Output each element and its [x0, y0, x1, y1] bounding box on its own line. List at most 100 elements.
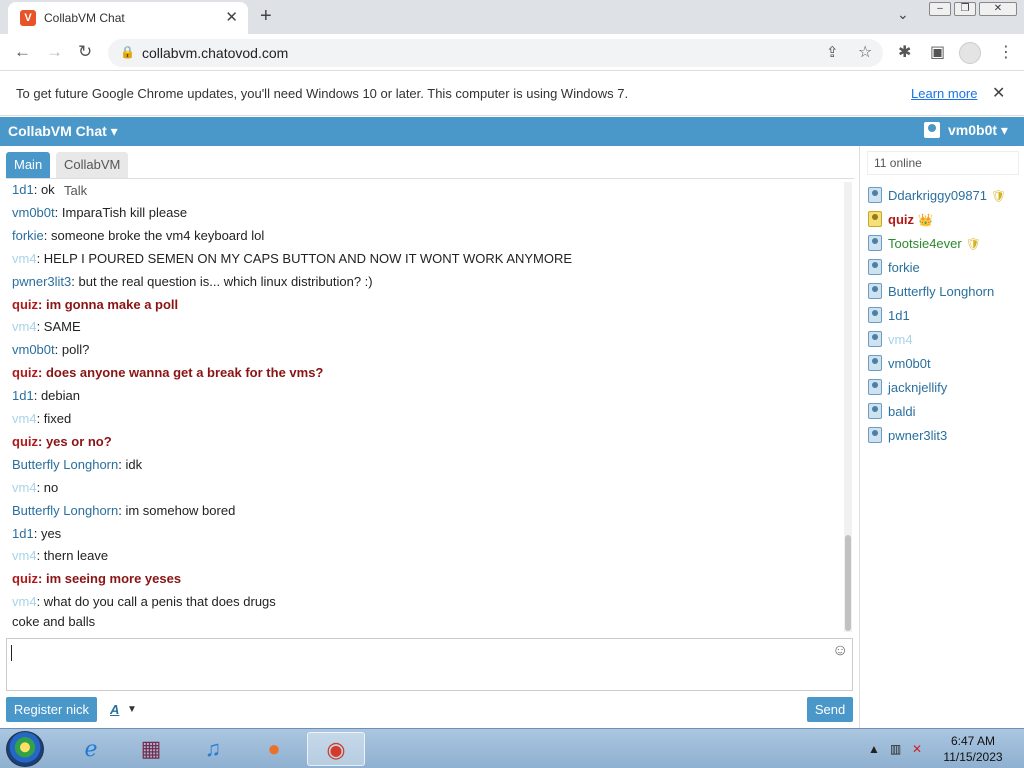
minimize-button[interactable]: –	[929, 2, 951, 16]
user-name[interactable]: Ddarkriggy09871	[888, 188, 987, 203]
user-name[interactable]: vm4	[888, 332, 913, 347]
user-list-item[interactable]: quiz 👑	[868, 211, 933, 231]
user-list-item[interactable]: vm0b0t	[868, 355, 931, 375]
message-nick[interactable]: vm4	[12, 251, 37, 266]
user-list-item[interactable]: jacknjellify	[868, 379, 947, 399]
browser-tab[interactable]: V CollabVM Chat ✕	[8, 2, 248, 34]
message-nick[interactable]: vm4	[12, 319, 37, 334]
message-nick[interactable]: forkie	[12, 228, 44, 243]
message-text: ok	[40, 182, 55, 197]
lock-icon[interactable]: 🔒	[120, 45, 135, 59]
message-row: vm4: SAME	[12, 319, 81, 334]
nick-separator: :	[33, 525, 41, 541]
chevron-down-icon[interactable]: ▼	[127, 704, 137, 715]
scrollbar-thumb[interactable]	[845, 535, 851, 631]
user-menu[interactable]: vm0b0t ▾	[924, 122, 1008, 139]
message-text: what do you call a penis that does drugs	[43, 594, 276, 610]
message-nick[interactable]: Butterfly Longhorn	[12, 457, 118, 472]
forward-icon[interactable]: →	[46, 42, 63, 62]
message-input[interactable]: ☺	[6, 638, 853, 691]
message-nick[interactable]: quiz	[12, 297, 38, 312]
user-name[interactable]: quiz	[888, 212, 914, 227]
message-text: idk	[125, 456, 143, 472]
menu-kebab-icon[interactable]: ⋮	[998, 42, 1014, 62]
user-name[interactable]: baldi	[888, 404, 915, 419]
browser-tab-strip: V CollabVM Chat ✕ + ⌄ – ❐ ✕	[0, 0, 1024, 34]
share-icon[interactable]: ⇪	[826, 43, 839, 61]
new-tab-button[interactable]: +	[260, 5, 272, 28]
internet-explorer-icon[interactable]: ℯ	[62, 732, 120, 766]
message-nick[interactable]: vm4	[12, 548, 37, 563]
font-style-button[interactable]: A	[110, 702, 119, 717]
user-list-panel: 11 online Ddarkriggy09871 🛡 quiz 👑 Tootsie4e…	[859, 146, 1024, 728]
user-list-item[interactable]: 1d1	[868, 307, 910, 327]
message-nick[interactable]: 1d1	[12, 182, 34, 197]
extensions-icon[interactable]: ✱	[898, 42, 911, 62]
nick-separator: :	[36, 411, 44, 426]
user-list-item[interactable]: baldi	[868, 403, 915, 423]
tab-close-icon[interactable]: ✕	[225, 8, 238, 26]
send-button[interactable]: Send	[807, 697, 853, 722]
user-list-item[interactable]: Tootsie4ever 🛡	[868, 235, 981, 255]
chat-header: CollabVM Chat ▾ vm0b0t ▾	[0, 117, 1024, 146]
window-close-button[interactable]: ✕	[979, 2, 1017, 16]
network-icon[interactable]: ▥	[890, 742, 901, 756]
profile-avatar[interactable]	[959, 42, 981, 64]
reload-icon[interactable]: ↻	[78, 42, 92, 62]
user-list-item[interactable]: vm4	[868, 331, 913, 351]
message-nick[interactable]: Butterfly Longhorn	[12, 503, 118, 518]
infobar-close-icon[interactable]: ✕	[992, 83, 1005, 103]
tab-search-icon[interactable]: ⌄	[897, 6, 909, 23]
url-text[interactable]: collabvm.chatovod.com	[142, 45, 288, 61]
user-name[interactable]: forkie	[888, 260, 920, 275]
tray-expand-icon[interactable]: ▲	[868, 742, 880, 756]
user-avatar-icon	[868, 235, 882, 251]
crown-icon: 👑	[918, 213, 933, 227]
user-name[interactable]: Butterfly Longhorn	[888, 284, 994, 299]
message-nick[interactable]: pwner3lit3	[12, 274, 71, 289]
winrar-icon[interactable]: ▦	[122, 732, 180, 766]
message-nick[interactable]: quiz	[12, 434, 38, 449]
back-icon[interactable]: ←	[14, 42, 31, 62]
learn-more-link[interactable]: Learn more	[911, 86, 977, 101]
register-nick-button[interactable]: Register nick	[6, 697, 97, 722]
firefox-icon[interactable]: ●	[245, 732, 303, 766]
message-nick[interactable]: vm4	[12, 594, 37, 609]
message-nick[interactable]: 1d1	[12, 526, 34, 541]
restore-button[interactable]: ❐	[954, 2, 976, 16]
user-list-item[interactable]: forkie	[868, 259, 920, 279]
chrome-icon[interactable]: ◉	[307, 732, 365, 766]
user-list-item[interactable]: Ddarkriggy09871 🛡	[868, 187, 1006, 207]
user-name[interactable]: 1d1	[888, 308, 910, 323]
user-list-item[interactable]: pwner3lit3	[868, 427, 947, 447]
tab-collabvm-talk[interactable]: CollabVM Talk	[56, 152, 129, 198]
message-nick[interactable]: quiz	[12, 571, 38, 586]
nick-separator: :	[71, 273, 79, 289]
message-nick[interactable]: quiz	[12, 365, 38, 380]
user-list-item[interactable]: Butterfly Longhorn	[868, 283, 994, 303]
user-name[interactable]: Tootsie4ever	[888, 236, 962, 251]
system-clock[interactable]: 6:47 AM 11/15/2023	[938, 733, 1008, 765]
message-text: HELP I POURED SEMEN ON MY CAPS BUTTON AN…	[43, 250, 573, 266]
user-name[interactable]: pwner3lit3	[888, 428, 947, 443]
message-row: quiz: yes or no?	[12, 434, 112, 449]
bookmark-star-icon[interactable]: ☆	[858, 42, 872, 62]
itunes-icon[interactable]: ♫	[184, 732, 242, 766]
user-name[interactable]: jacknjellify	[888, 380, 947, 395]
message-nick[interactable]: 1d1	[12, 388, 34, 403]
message-row: vm0b0t: ImparaTish kill please	[12, 205, 187, 220]
current-user-name[interactable]: vm0b0t ▾	[948, 122, 1008, 138]
message-nick[interactable]: vm0b0t	[12, 342, 55, 357]
message-nick[interactable]: vm4	[12, 411, 37, 426]
tab-main[interactable]: Main	[6, 152, 51, 178]
user-name[interactable]: vm0b0t	[888, 356, 931, 371]
emoji-icon[interactable]: ☺	[832, 642, 848, 660]
start-button[interactable]	[6, 731, 44, 767]
volume-muted-icon[interactable]: ✕	[912, 742, 922, 756]
chat-brand-menu[interactable]: CollabVM Chat ▾	[8, 123, 118, 140]
address-bar[interactable]: 🔒 collabvm.chatovod.com ⇪ ☆	[108, 39, 883, 67]
message-nick[interactable]: vm4	[12, 480, 37, 495]
message-nick[interactable]: vm0b0t	[12, 205, 55, 220]
clock-date: 11/15/2023	[943, 750, 1003, 764]
side-panel-icon[interactable]: ▣	[930, 42, 945, 62]
